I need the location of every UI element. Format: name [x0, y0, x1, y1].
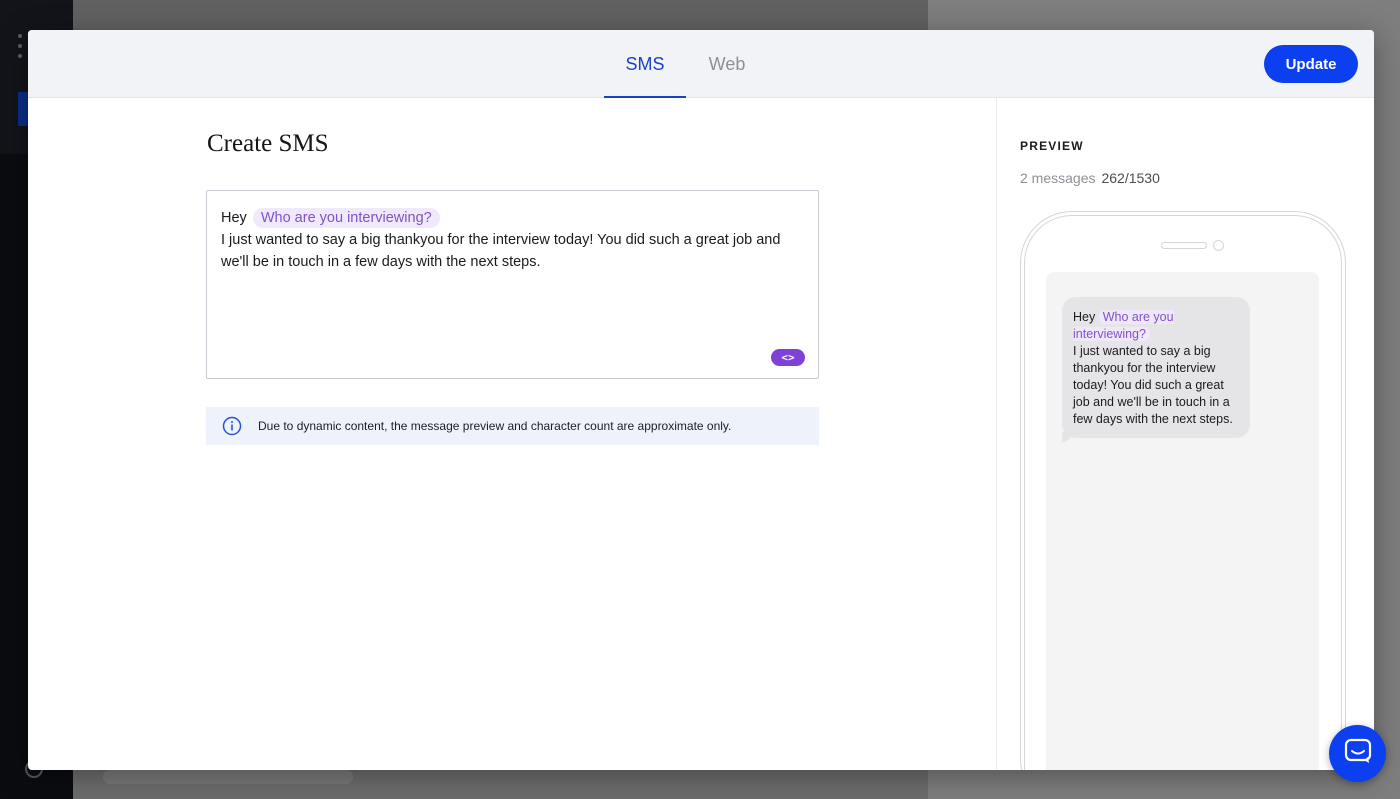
background-ghost-field — [103, 770, 353, 784]
character-count: 262/1530 — [1101, 170, 1160, 186]
info-icon — [222, 416, 242, 436]
chat-icon — [1344, 738, 1372, 769]
chat-launcher-button[interactable] — [1329, 725, 1386, 782]
editor-body-text: I just wanted to say a big thankyou for … — [221, 232, 781, 270]
editor-greeting: Hey — [221, 210, 247, 226]
phone-speaker — [1161, 242, 1207, 249]
page-title: Create SMS — [207, 130, 329, 157]
bubble-body-text: I just wanted to say a big thankyou for … — [1073, 344, 1233, 426]
preview-panel: PREVIEW 2 messages 262/1530 Hey Who are y… — [996, 98, 1374, 770]
insert-code-button[interactable]: <> — [771, 349, 805, 366]
message-count: 2 messages 262/1530 — [1020, 170, 1160, 186]
sms-modal: SMS Web Update Create SMS Hey Who are yo… — [28, 30, 1374, 770]
background-active-indicator — [18, 92, 28, 126]
messages-count: 2 messages — [1020, 170, 1096, 186]
sms-bubble: Hey Who are you interviewing? I just wan… — [1062, 297, 1250, 442]
preview-label: PREVIEW — [1020, 139, 1084, 153]
phone-camera — [1213, 240, 1224, 251]
phone-mockup: Hey Who are you interviewing? I just wan… — [1020, 211, 1346, 770]
modal-header: SMS Web Update — [28, 30, 1374, 98]
bubble-greeting: Hey — [1073, 310, 1096, 324]
dynamic-content-notice: Due to dynamic content, the message prev… — [206, 407, 819, 445]
menu-dots-icon — [18, 34, 24, 64]
tab-web[interactable]: Web — [698, 30, 756, 98]
notice-text: Due to dynamic content, the message prev… — [258, 419, 732, 433]
background-header-strip — [73, 0, 928, 30]
dynamic-field-chip[interactable]: Who are you interviewing? — [252, 208, 440, 228]
phone-screen: Hey Who are you interviewing? I just wan… — [1046, 272, 1319, 770]
sms-editor[interactable]: Hey Who are you interviewing? I just wan… — [206, 190, 819, 379]
update-button[interactable]: Update — [1264, 45, 1358, 83]
tab-sms[interactable]: SMS — [604, 30, 686, 98]
